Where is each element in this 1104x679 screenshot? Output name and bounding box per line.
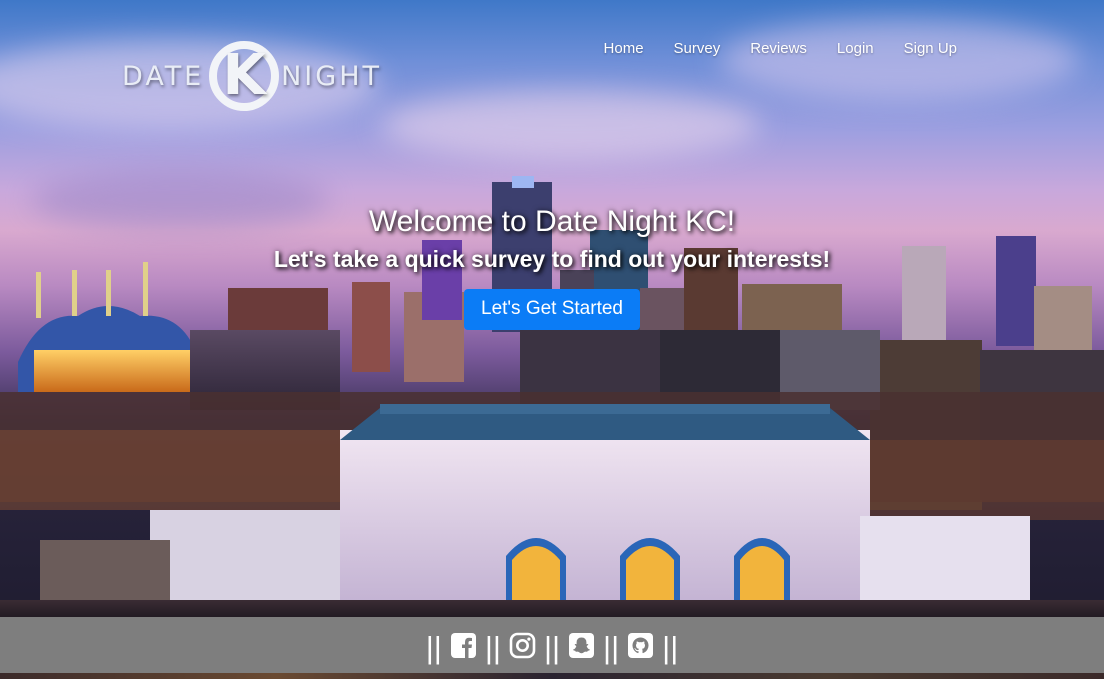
nav-login[interactable]: Login [822, 39, 889, 58]
snapchat-icon[interactable] [568, 632, 595, 659]
logo-word-date: DATE [122, 60, 205, 92]
nav-survey[interactable]: Survey [659, 39, 736, 58]
separator: || [484, 629, 501, 665]
get-started-button[interactable]: Let's Get Started [464, 289, 640, 330]
nav-home[interactable]: Home [589, 39, 659, 58]
hero-title: Welcome to Date Night KC! [368, 205, 736, 238]
logo-word-night: NIGHT [281, 60, 382, 92]
page-bottom-strip [0, 673, 1104, 679]
separator: || [425, 629, 442, 665]
logo-circle-mark: K [208, 40, 280, 112]
instagram-icon[interactable] [509, 632, 536, 659]
separator: || [603, 629, 620, 665]
brand-logo[interactable]: DATE K NIGHT [122, 38, 382, 114]
facebook-icon[interactable] [450, 632, 477, 659]
github-icon[interactable] [627, 632, 654, 659]
nav-sign-up[interactable]: Sign Up [889, 39, 972, 58]
nav-reviews[interactable]: Reviews [735, 39, 822, 58]
main-navigation: Home Survey Reviews Login Sign Up [589, 39, 972, 58]
logo-letter: K [222, 43, 266, 108]
hero-section: Welcome to Date Night KC! Let's take a q… [0, 200, 1104, 330]
footer-social-bar: || || || || || [0, 617, 1104, 673]
separator: || [543, 629, 561, 665]
hero-subtitle: Let's take a quick survey to find out yo… [273, 246, 831, 272]
separator: || [662, 629, 679, 665]
